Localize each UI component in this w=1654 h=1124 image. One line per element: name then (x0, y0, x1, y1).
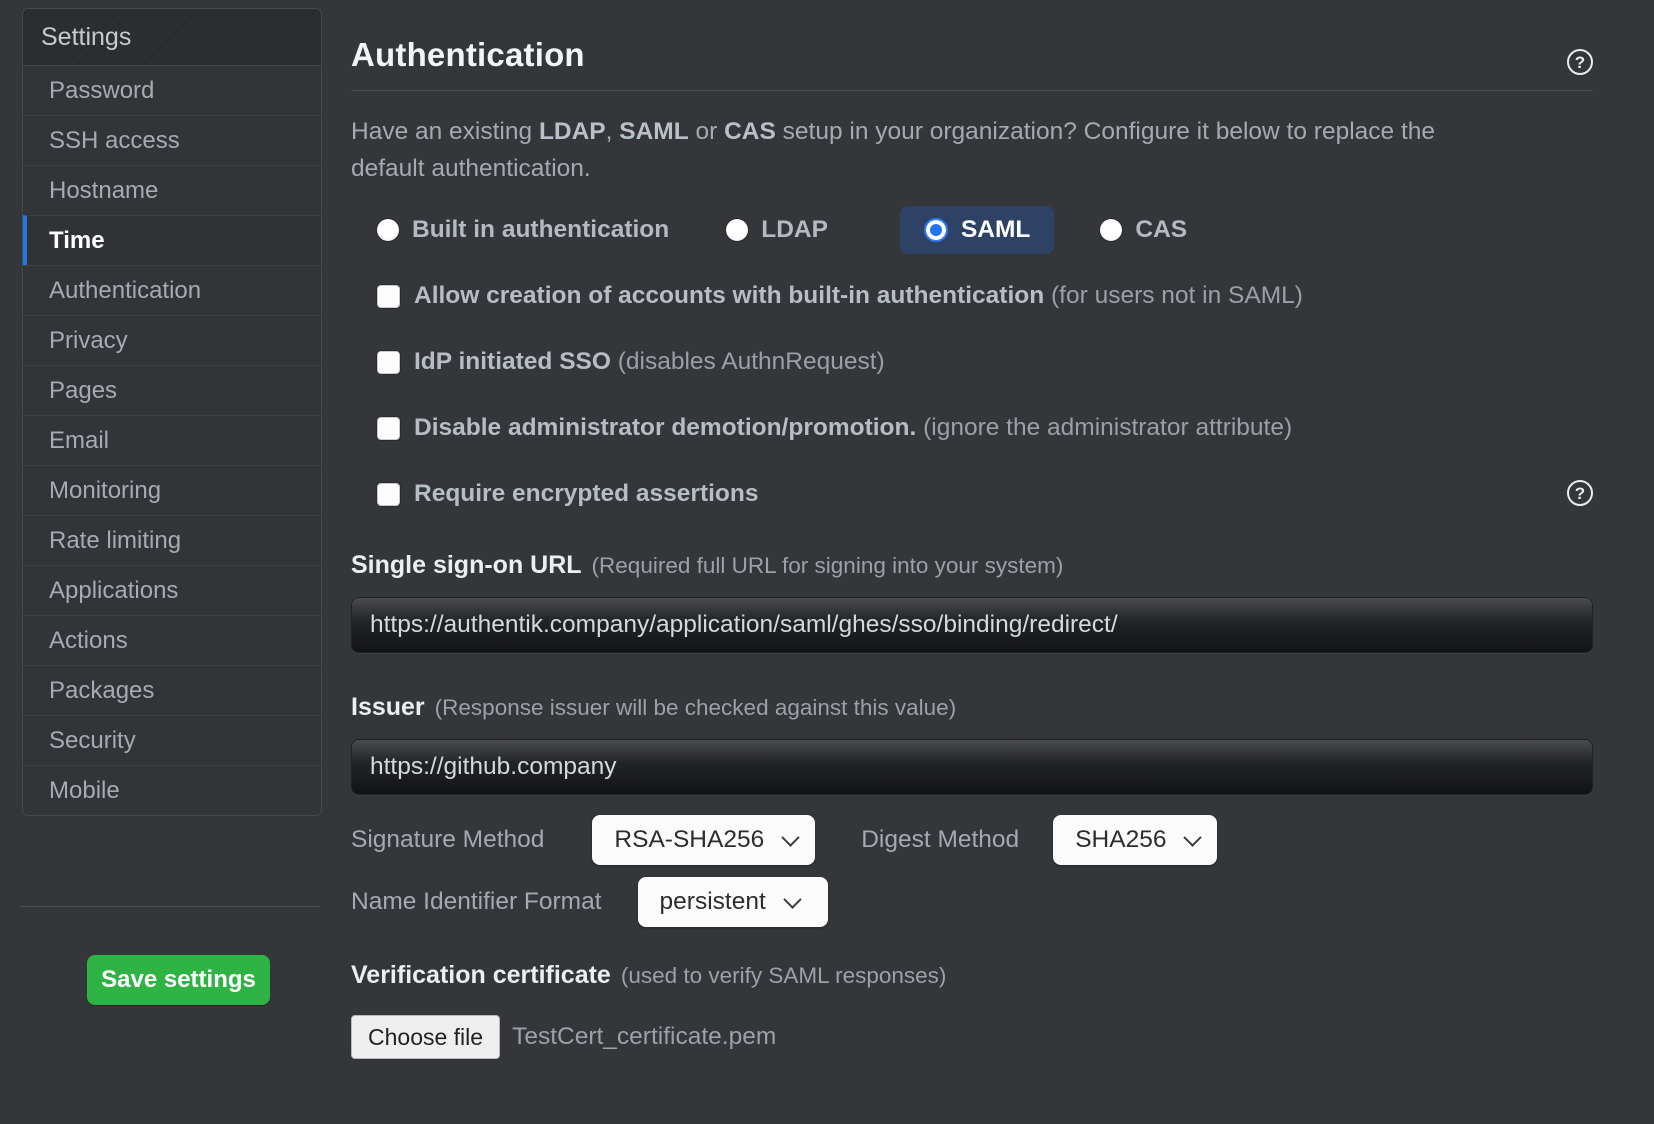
sso-url-value: https://authentik.company/application/sa… (370, 611, 1118, 639)
radio-label: LDAP (761, 216, 828, 244)
intro-text: Have an existing LDAP, SAML or CAS setup… (351, 113, 1471, 187)
checkbox-label: Require encrypted assertions (414, 480, 758, 508)
sidebar-item-email[interactable]: Email (23, 415, 321, 465)
settings-page: Settings PasswordSSH accessHostnameTimeA… (0, 0, 1654, 1124)
chosen-file-name: TestCert_certificate.pem (512, 1023, 776, 1051)
intro-keyword: LDAP (539, 118, 606, 145)
verification-cert-label: Verification certificate (351, 961, 611, 990)
radio-cas[interactable] (1100, 219, 1122, 241)
checkbox-label: IdP initiated SSO (disables AuthnRequest… (414, 348, 885, 376)
sidebar-item-rate-limiting[interactable]: Rate limiting (23, 515, 321, 565)
option-row-disable-administrator-demotion-promotion[interactable]: Disable administrator demotion/promotion… (351, 411, 1593, 445)
content-header: Authentication ? (351, 0, 1593, 91)
choose-file-button[interactable]: Choose file (351, 1015, 500, 1059)
radio-label: Built in authentication (412, 216, 669, 244)
sidebar-item-applications[interactable]: Applications (23, 565, 321, 615)
radio-saml-selected[interactable] (924, 218, 948, 242)
chevron-down-icon (782, 828, 800, 846)
methods-row: Signature Method RSA-SHA256 Digest Metho… (351, 815, 1593, 865)
sidebar-panel: Settings PasswordSSH accessHostnameTimeA… (22, 8, 322, 816)
auth-method-ldap[interactable]: LDAP (726, 216, 828, 244)
checkbox-allow-creation-of-accounts-with-built-in-authentication[interactable] (377, 285, 400, 308)
option-row-idp-initiated-sso[interactable]: IdP initiated SSO (disables AuthnRequest… (351, 345, 1593, 379)
digest-method-select[interactable]: SHA256 (1053, 815, 1217, 865)
checkbox-require-encrypted-assertions[interactable] (377, 483, 400, 506)
chevron-down-icon (1184, 828, 1202, 846)
checkbox-idp-initiated-sso[interactable] (377, 351, 400, 374)
intro-segment: , (606, 118, 620, 145)
checkbox-label: Disable administrator demotion/promotion… (414, 414, 1292, 442)
radio-built-in-authentication[interactable] (377, 219, 399, 241)
sidebar-divider (20, 906, 320, 907)
intro-keyword: SAML (619, 118, 688, 145)
issuer-field: Issuer (Response issuer will be checked … (351, 693, 1593, 795)
signature-method-value: RSA-SHA256 (614, 826, 764, 854)
sidebar-nav: PasswordSSH accessHostnameTimeAuthentica… (23, 66, 321, 815)
intro-keyword: CAS (724, 118, 776, 145)
issuer-note: (Response issuer will be checked against… (435, 695, 957, 721)
sidebar-item-hostname[interactable]: Hostname (23, 165, 321, 215)
help-icon[interactable]: ? (1567, 480, 1593, 506)
sidebar-item-mobile[interactable]: Mobile (23, 765, 321, 815)
save-settings-button[interactable]: Save settings (87, 955, 270, 1005)
name-id-format-value: persistent (660, 888, 766, 916)
auth-method-radio-group: Built in authentication LDAP SAML CAS (351, 205, 1593, 255)
auth-method-cas[interactable]: CAS (1100, 216, 1187, 244)
signature-method-label: Signature Method (351, 826, 544, 854)
checkbox-disable-administrator-demotion-promotion[interactable] (377, 417, 400, 440)
auth-method-built-in-authentication[interactable]: Built in authentication (377, 216, 669, 244)
help-icon[interactable]: ? (1567, 49, 1593, 75)
name-identifier-row: Name Identifier Format persistent (351, 877, 1593, 927)
name-id-format-label: Name Identifier Format (351, 888, 602, 916)
verification-certificate-field: Verification certificate (used to verify… (351, 961, 1593, 1059)
digest-method-value: SHA256 (1075, 826, 1166, 854)
intro-segment: or (689, 118, 724, 145)
radio-ldap[interactable] (726, 219, 748, 241)
sso-url-field: Single sign-on URL (Required full URL fo… (351, 551, 1593, 653)
auth-method-saml[interactable]: SAML (900, 206, 1054, 254)
sso-url-input[interactable]: https://authentik.company/application/sa… (351, 597, 1593, 653)
digest-method-label: Digest Method (861, 826, 1019, 854)
checkbox-label: Allow creation of accounts with built-in… (414, 282, 1303, 310)
sso-url-note: (Required full URL for signing into your… (592, 553, 1064, 579)
sidebar-item-actions[interactable]: Actions (23, 615, 321, 665)
radio-label: SAML (961, 216, 1030, 244)
sso-url-label: Single sign-on URL (351, 551, 582, 580)
sidebar-item-time[interactable]: Time (23, 215, 321, 265)
option-row-allow-creation-of-accounts-with-built-in-authentication[interactable]: Allow creation of accounts with built-in… (351, 279, 1593, 313)
page-title: Authentication (351, 36, 1593, 74)
sidebar-item-ssh-access[interactable]: SSH access (23, 115, 321, 165)
auth-options: Allow creation of accounts with built-in… (351, 279, 1593, 511)
sidebar-item-password[interactable]: Password (23, 66, 321, 115)
issuer-value: https://github.company (370, 753, 617, 781)
verification-cert-note: (used to verify SAML responses) (621, 963, 947, 989)
intro-segment: Have an existing (351, 118, 539, 145)
chevron-down-icon (783, 890, 801, 908)
sidebar-item-pages[interactable]: Pages (23, 365, 321, 415)
signature-method-select[interactable]: RSA-SHA256 (592, 815, 815, 865)
authentication-section: Authentication ? Have an existing LDAP, … (351, 0, 1593, 1059)
sidebar-item-privacy[interactable]: Privacy (23, 315, 321, 365)
issuer-label: Issuer (351, 693, 425, 722)
sidebar-item-security[interactable]: Security (23, 715, 321, 765)
option-row-require-encrypted-assertions[interactable]: Require encrypted assertions? (351, 477, 1593, 511)
name-id-format-select[interactable]: persistent (638, 877, 828, 927)
sidebar-title: Settings (23, 9, 321, 66)
issuer-input[interactable]: https://github.company (351, 739, 1593, 795)
sidebar-item-monitoring[interactable]: Monitoring (23, 465, 321, 515)
sidebar-item-packages[interactable]: Packages (23, 665, 321, 715)
radio-label: CAS (1135, 216, 1187, 244)
sidebar-item-authentication[interactable]: Authentication (23, 265, 321, 315)
